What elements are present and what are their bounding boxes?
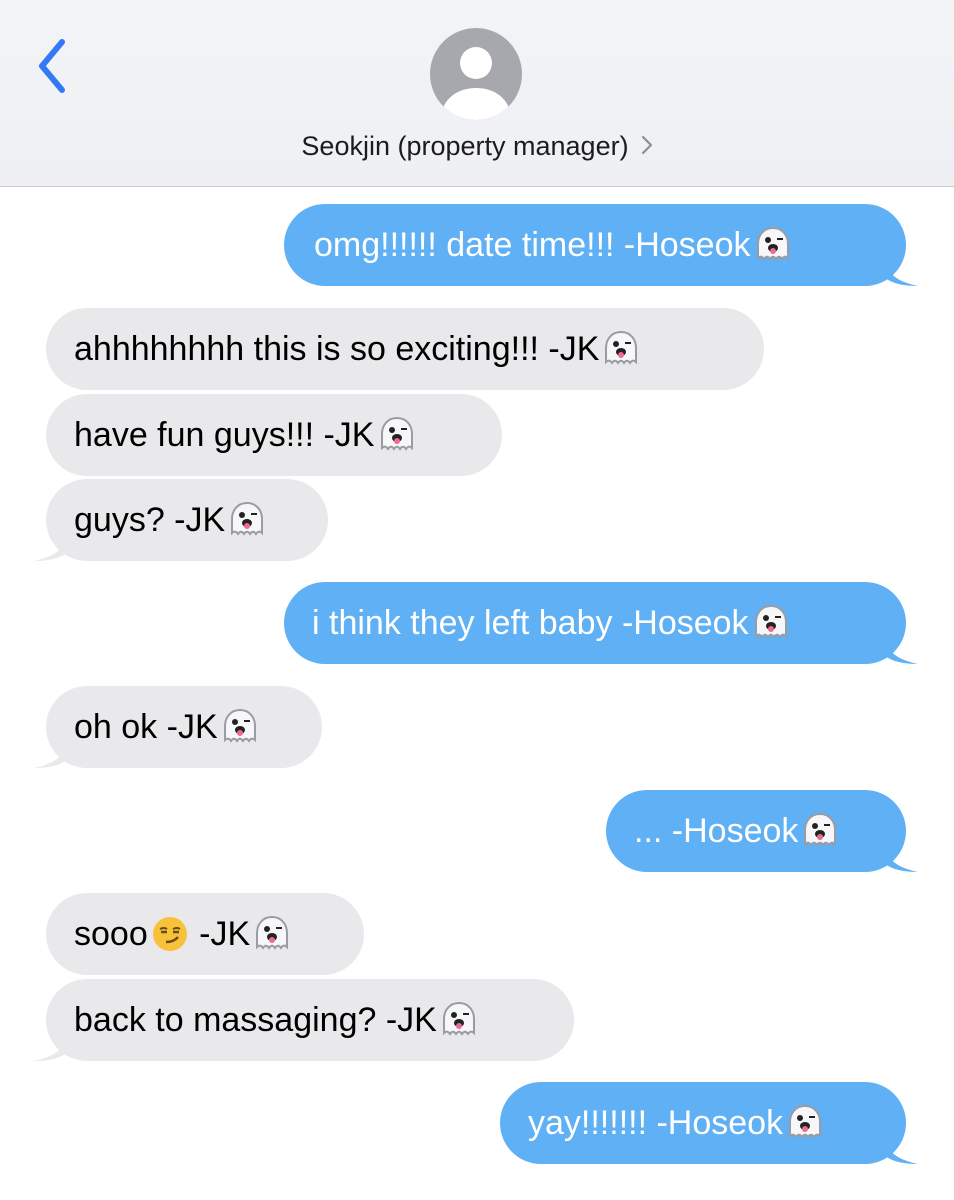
message-text: back to massaging? -JK: [74, 1000, 437, 1039]
message-text: yay!!!!!!! -Hoseok: [528, 1103, 784, 1142]
message-text: omg!!!!!! date time!!! -Hoseok: [314, 225, 751, 264]
ghost-emoji-icon: [227, 500, 267, 540]
person-silhouette-icon: [430, 28, 522, 120]
ghost-emoji-icon: [785, 1103, 825, 1143]
ghost-emoji-icon: [800, 811, 840, 851]
smirking-face-emoji-icon: [150, 914, 190, 954]
ghost-emoji-icon: [753, 225, 793, 265]
message-bubble-outgoing[interactable]: yay!!!!!!! -Hoseok: [500, 1082, 918, 1164]
contact-avatar[interactable]: [430, 28, 522, 120]
chevron-left-icon: [39, 39, 65, 93]
ghost-emoji-icon: [377, 415, 417, 455]
message-text: oh ok -JK: [74, 707, 218, 746]
message-text: guys? -JK: [74, 500, 226, 539]
message-bubble-incoming[interactable]: ahhhhhhhh this is so exciting!!! -JK: [46, 308, 764, 390]
message-bubble-outgoing[interactable]: ... -Hoseok: [606, 790, 918, 872]
conversation-header: Seokjin (property manager): [0, 0, 954, 187]
message-bubble-incoming[interactable]: oh ok -JK: [34, 686, 322, 768]
message-bubble-incoming[interactable]: sooo -JK: [46, 893, 364, 975]
message-bubble-outgoing[interactable]: i think they left baby -Hoseok: [284, 582, 918, 664]
message-bubble-incoming[interactable]: guys? -JK: [34, 479, 328, 561]
message-bubble-incoming[interactable]: back to massaging? -JK: [34, 979, 574, 1061]
ghost-emoji-icon: [220, 707, 260, 747]
message-bubble-incoming[interactable]: have fun guys!!! -JK: [46, 394, 502, 476]
ghost-emoji-icon: [252, 914, 292, 954]
message-text: -JK: [189, 914, 251, 953]
message-bubble-outgoing[interactable]: omg!!!!!! date time!!! -Hoseok: [284, 204, 918, 286]
contact-name: Seokjin (property manager): [301, 131, 629, 161]
message-text: i think they left baby -Hoseok: [312, 603, 749, 642]
ghost-emoji-icon: [439, 1000, 479, 1040]
message-text: sooo: [74, 914, 148, 953]
message-text: ... -Hoseok: [634, 811, 799, 850]
chevron-right-icon: [641, 135, 652, 154]
back-button[interactable]: [32, 36, 72, 96]
message-text: ahhhhhhhh this is so exciting!!! -JK: [74, 329, 600, 368]
ghost-emoji-icon: [751, 603, 791, 643]
ghost-emoji-icon: [601, 329, 641, 369]
message-text: have fun guys!!! -JK: [74, 415, 375, 454]
contact-name-row[interactable]: Seokjin (property manager): [0, 128, 954, 166]
